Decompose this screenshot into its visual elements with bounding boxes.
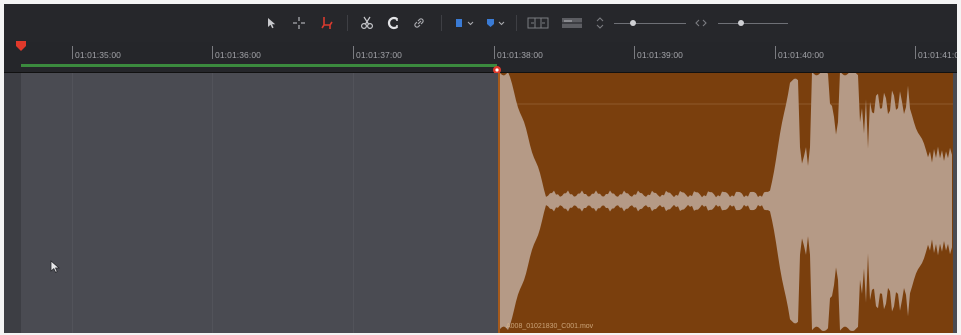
- zoom-slider-icon[interactable]: [692, 4, 710, 42]
- grid-line: [353, 73, 354, 333]
- timeline-window: 01:01:35:00 01:01:36:00 01:01:37:00 01:0…: [4, 4, 957, 333]
- linked-selection-icon[interactable]: [408, 4, 430, 42]
- in-out-range-bar[interactable]: [21, 64, 497, 67]
- toolbar-divider: [347, 15, 348, 31]
- mouse-cursor-icon: [50, 260, 61, 273]
- ruler-tick: [775, 46, 776, 59]
- timecode-label: 01:01:39:00: [637, 50, 684, 60]
- selection-tool-icon[interactable]: [262, 4, 282, 42]
- timecode-label: 01:01:36:00: [215, 50, 262, 60]
- blade-tool-icon[interactable]: [356, 4, 378, 42]
- timecode-label: 01:01:40:00: [778, 50, 825, 60]
- timeline-toolbar: [4, 4, 957, 43]
- full-extent-zoom-icon[interactable]: [524, 4, 552, 42]
- ruler-tick: [634, 46, 635, 59]
- timecode-label: 01:01:35:00: [75, 50, 122, 60]
- toolbar-divider: [516, 15, 517, 31]
- snapping-icon[interactable]: [382, 4, 404, 42]
- marker-icon[interactable]: [482, 4, 510, 42]
- ruler-tick: [212, 46, 213, 59]
- clip-name: A008_01021830_C001.mov: [506, 323, 594, 330]
- zoom-slider-handle[interactable]: [630, 20, 636, 26]
- ruler-tick: [915, 46, 916, 59]
- zoom-level-icon[interactable]: [592, 4, 608, 42]
- ruler-tick: [72, 46, 73, 59]
- flag-icon[interactable]: [451, 4, 479, 42]
- detail-zoom-icon[interactable]: [558, 4, 586, 42]
- dynamic-trim-icon[interactable]: [316, 4, 338, 42]
- ruler-tick: [494, 46, 495, 59]
- toolbar-divider: [441, 15, 442, 31]
- timecode-label: 01:01:37:00: [356, 50, 403, 60]
- track-height-slider-track[interactable]: [718, 23, 788, 24]
- track-edge: [4, 73, 21, 333]
- ruler-tick: [353, 46, 354, 59]
- timecode-label: 01:01:41:0: [918, 50, 957, 60]
- grid-line: [72, 73, 73, 333]
- audio-waveform: [500, 73, 953, 331]
- track-height-icon[interactable]: [738, 20, 744, 26]
- grid-line: [212, 73, 213, 333]
- timecode-label: 01:01:38:00: [497, 50, 544, 60]
- playhead-marker-icon[interactable]: [15, 40, 27, 54]
- timecode-ruler[interactable]: 01:01:35:00 01:01:36:00 01:01:37:00 01:0…: [4, 40, 957, 74]
- trim-tool-icon[interactable]: [288, 4, 310, 42]
- zoom-slider-track[interactable]: [614, 23, 686, 24]
- audio-clip[interactable]: A008_01021830_C001.mov: [498, 73, 953, 333]
